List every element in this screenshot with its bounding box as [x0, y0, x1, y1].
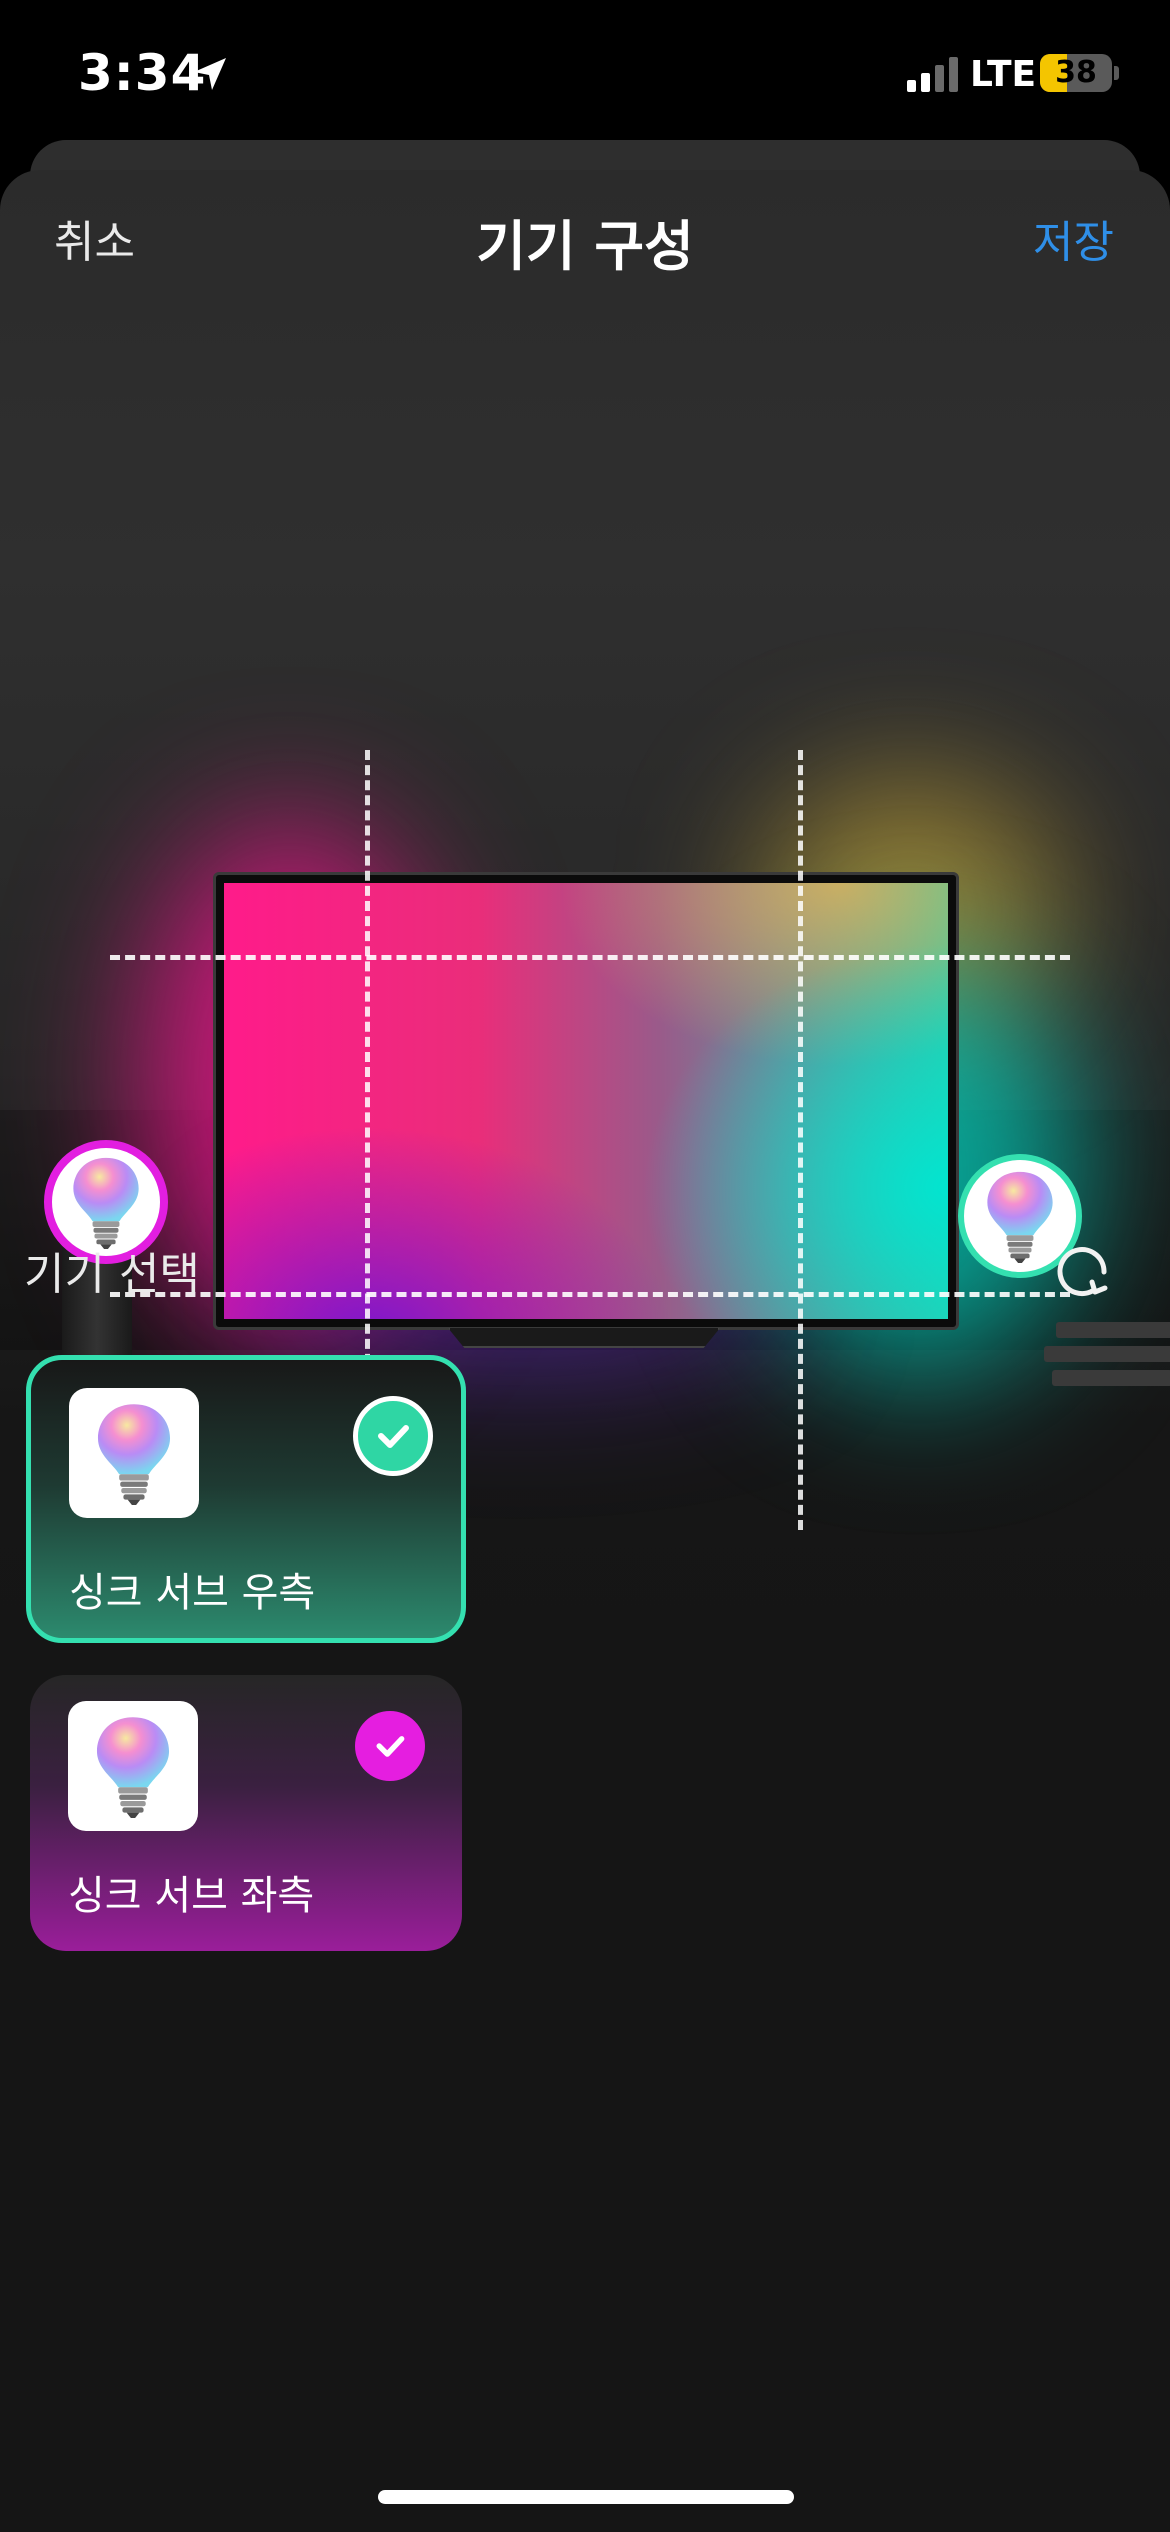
battery-icon: 38 [1040, 54, 1112, 92]
home-indicator[interactable] [378, 2490, 794, 2504]
bulb-icon [91, 1400, 177, 1506]
signal-icon [907, 57, 958, 92]
device-name: 싱크 서브 좌측 [68, 1873, 315, 1919]
bulb-icon [90, 1713, 176, 1819]
selected-check-icon[interactable] [353, 1396, 433, 1476]
status-bar: 3:34 LTE 38 [0, 0, 1170, 140]
device-icon-box [69, 1388, 199, 1518]
configure-sheet: 취소 기기 구성 저장 [0, 170, 1170, 2532]
books [1056, 1322, 1170, 1338]
bulb-icon [66, 1154, 146, 1250]
bulb-icon [980, 1168, 1060, 1264]
books [1044, 1346, 1170, 1362]
page-title: 기기 구성 [476, 215, 694, 278]
zone-guide-right[interactable] [798, 750, 803, 1530]
zone-guide-bottom [110, 1292, 1070, 1297]
device-card-left[interactable]: 싱크 서브 좌측 [30, 1675, 462, 1951]
device-icon-box [68, 1701, 198, 1831]
selected-check-icon[interactable] [355, 1711, 425, 1781]
refresh-icon[interactable] [1054, 1242, 1112, 1300]
location-arrow-icon [194, 58, 226, 90]
zone-guide-top [110, 955, 1070, 960]
device-section-title: 기기 선택 [24, 1249, 200, 1300]
network-type: LTE [970, 54, 1037, 95]
device-card-right[interactable]: 싱크 서브 우측 [26, 1355, 466, 1643]
books [1052, 1370, 1170, 1386]
tv-frame [213, 872, 959, 1330]
status-time: 3:34 [78, 44, 207, 102]
battery-cap [1114, 66, 1119, 80]
device-name: 싱크 서브 우측 [69, 1570, 316, 1616]
tv-stand [448, 1328, 720, 1348]
save-button[interactable]: 저장 [1033, 206, 1114, 270]
battery-percent: 38 [1055, 55, 1097, 90]
tv-screen [224, 883, 948, 1319]
nav-bar: 취소 기기 구성 저장 [0, 170, 1170, 300]
